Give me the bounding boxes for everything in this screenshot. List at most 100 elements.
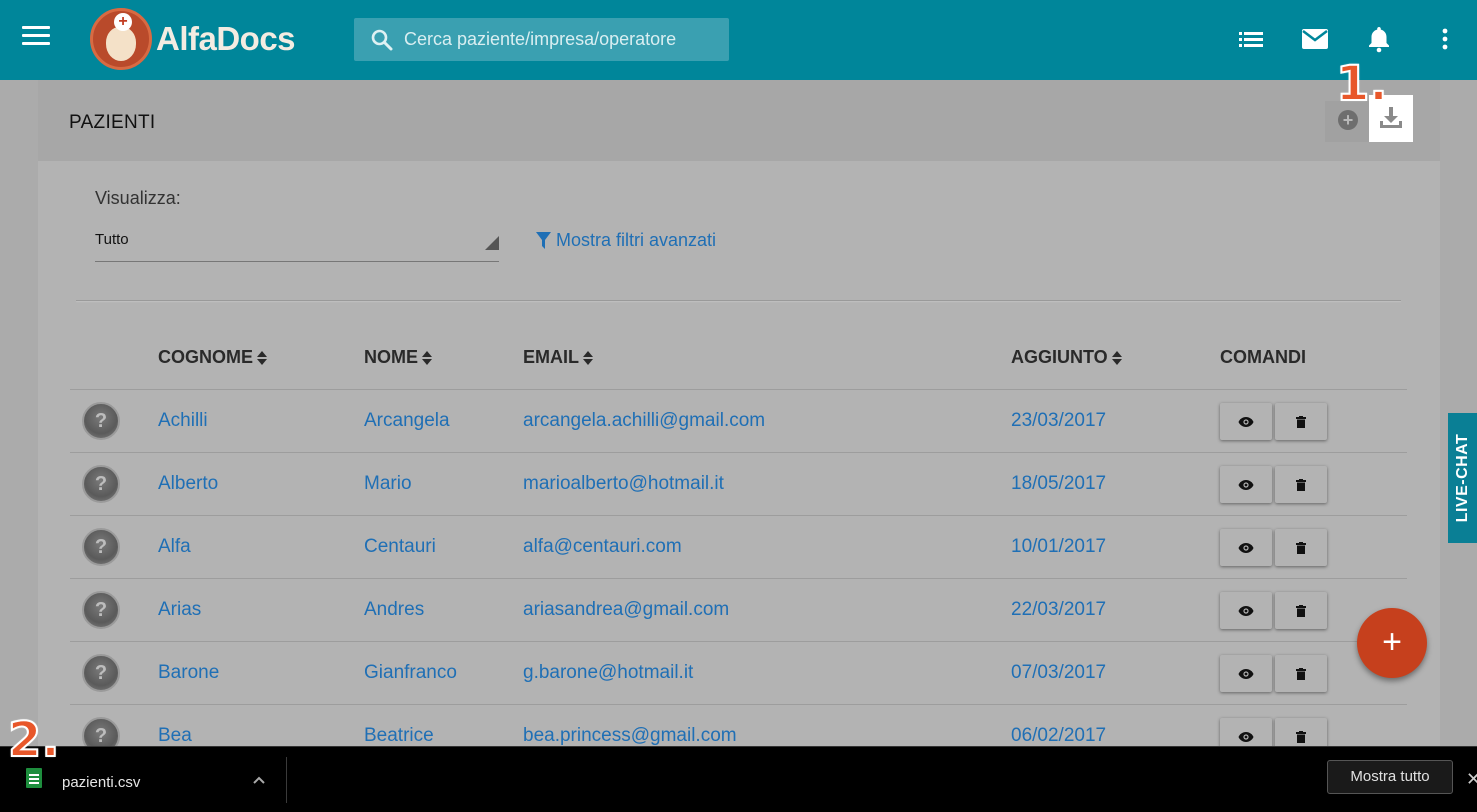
eye-icon <box>1238 479 1254 491</box>
trash-icon <box>1296 478 1306 491</box>
step-marker-1: 1. <box>1335 55 1389 113</box>
eye-icon <box>1238 668 1254 680</box>
select-arrow-icon <box>485 236 499 250</box>
view-patient-button[interactable] <box>1220 592 1272 629</box>
eye-icon <box>1238 605 1254 617</box>
app-name: AlfaDocs <box>156 20 296 57</box>
column-header-name-label: NOME <box>364 347 418 367</box>
cell-email[interactable]: marioalberto@hotmail.it <box>523 473 724 495</box>
delete-patient-button[interactable] <box>1275 466 1327 503</box>
avatar-placeholder-icon: ? <box>82 465 120 503</box>
column-header-email[interactable]: EMAIL <box>523 347 593 368</box>
column-header-added[interactable]: AGGIUNTO <box>1011 347 1122 368</box>
cell-name[interactable]: Arcangela <box>364 410 450 432</box>
cell-surname[interactable]: Achilli <box>158 410 208 432</box>
cell-surname[interactable]: Barone <box>158 662 219 684</box>
cell-email[interactable]: g.barone@hotmail.it <box>523 662 693 684</box>
column-header-name[interactable]: NOME <box>364 347 432 368</box>
more-vert-icon[interactable] <box>1430 24 1460 54</box>
column-header-commands: COMANDI <box>1220 347 1306 368</box>
card-header: PAZIENTI + <box>38 80 1440 161</box>
lion-mascot-icon: + <box>90 8 152 70</box>
cell-added-date[interactable]: 06/02/2017 <box>1011 725 1106 747</box>
view-patient-button[interactable] <box>1220 466 1272 503</box>
delete-patient-button[interactable] <box>1275 655 1327 692</box>
list-icon[interactable] <box>1236 24 1266 54</box>
filter-icon <box>536 232 551 249</box>
view-patient-button[interactable] <box>1220 529 1272 566</box>
table-row: ? Achilli Arcangela arcangela.achilli@gmail… <box>70 389 1407 452</box>
close-icon[interactable]: ✕ <box>1466 769 1477 790</box>
cell-added-date[interactable]: 07/03/2017 <box>1011 662 1106 684</box>
cell-added-date[interactable]: 23/03/2017 <box>1011 410 1106 432</box>
section-divider <box>76 300 1401 301</box>
delete-patient-button[interactable] <box>1275 592 1327 629</box>
search-icon <box>371 29 393 50</box>
avatar-placeholder-icon: ? <box>82 591 120 629</box>
sort-icon <box>583 350 593 365</box>
cell-email[interactable]: arcangela.achilli@gmail.com <box>523 410 765 432</box>
cell-email[interactable]: alfa@centauri.com <box>523 536 682 558</box>
app-logo[interactable]: + AlfaDocs <box>90 8 296 70</box>
show-all-downloads-button[interactable]: Mostra tutto <box>1327 760 1453 794</box>
column-header-surname[interactable]: COGNOME <box>158 347 268 368</box>
cell-added-date[interactable]: 22/03/2017 <box>1011 599 1106 621</box>
add-fab-button[interactable]: + <box>1357 608 1427 678</box>
eye-icon <box>1238 731 1254 743</box>
live-chat-tab[interactable]: LIVE-CHAT <box>1448 413 1477 543</box>
advanced-filters-label: Mostra filtri avanzati <box>556 230 717 250</box>
spreadsheet-file-icon <box>26 768 42 788</box>
column-header-commands-label: COMANDI <box>1220 347 1306 367</box>
search-box[interactable] <box>354 18 729 61</box>
search-input[interactable] <box>394 29 729 50</box>
trash-icon <box>1296 604 1306 617</box>
sort-icon <box>257 350 268 365</box>
cell-name[interactable]: Beatrice <box>364 725 434 747</box>
downloaded-file-name[interactable]: pazienti.csv <box>62 774 140 791</box>
cell-added-date[interactable]: 18/05/2017 <box>1011 473 1106 495</box>
view-patient-button[interactable] <box>1220 655 1272 692</box>
view-label: Visualizza: <box>95 188 181 208</box>
cell-name[interactable]: Centauri <box>364 536 436 558</box>
download-bar-separator <box>286 757 287 803</box>
bell-icon[interactable] <box>1364 24 1394 54</box>
sort-icon <box>1111 350 1122 365</box>
patients-card: PAZIENTI + Visualizza: Tutto Mostra filt… <box>38 80 1440 755</box>
cell-surname[interactable]: Arias <box>158 599 201 621</box>
cell-email[interactable]: ariasandrea@gmail.com <box>523 599 729 621</box>
avatar-placeholder-icon: ? <box>82 402 120 440</box>
add-circle-icon: + <box>1338 110 1358 130</box>
delete-patient-button[interactable] <box>1275 529 1327 566</box>
cell-surname[interactable]: Alfa <box>158 536 191 558</box>
chevron-up-icon[interactable] <box>250 771 268 789</box>
column-header-added-label: AGGIUNTO <box>1011 347 1108 367</box>
eye-icon <box>1238 416 1254 428</box>
hamburger-menu-icon[interactable] <box>22 26 50 52</box>
trash-icon <box>1296 730 1306 743</box>
view-select[interactable]: Tutto <box>95 226 499 262</box>
column-header-surname-label: COGNOME <box>158 347 254 367</box>
cell-email[interactable]: bea.princess@gmail.com <box>523 725 737 747</box>
cell-name[interactable]: Gianfranco <box>364 662 457 684</box>
browser-download-bar: pazienti.csv Mostra tutto ✕ <box>0 746 1477 812</box>
avatar-placeholder-icon: ? <box>82 654 120 692</box>
view-patient-button[interactable] <box>1220 403 1272 440</box>
trash-icon <box>1296 541 1306 554</box>
eye-icon <box>1238 542 1254 554</box>
mail-icon[interactable] <box>1300 24 1330 54</box>
cell-added-date[interactable]: 10/01/2017 <box>1011 536 1106 558</box>
table-row: ? Alfa Centauri alfa@centauri.com 10/01/2017 <box>70 515 1407 578</box>
cell-name[interactable]: Mario <box>364 473 412 495</box>
advanced-filters-link[interactable]: Mostra filtri avanzati <box>536 230 716 251</box>
table-row: ? Alberto Mario marioalberto@hotmail.it 18/0… <box>70 452 1407 515</box>
cell-name[interactable]: Andres <box>364 599 424 621</box>
view-select-value: Tutto <box>95 231 129 248</box>
top-app-bar: + AlfaDocs <box>0 0 1477 80</box>
cell-surname[interactable]: Bea <box>158 725 192 747</box>
column-header-email-label: EMAIL <box>523 347 579 367</box>
page-title: PAZIENTI <box>69 112 156 133</box>
cell-surname[interactable]: Alberto <box>158 473 218 495</box>
delete-patient-button[interactable] <box>1275 403 1327 440</box>
trash-icon <box>1296 667 1306 680</box>
live-chat-label: LIVE-CHAT <box>1453 433 1471 523</box>
